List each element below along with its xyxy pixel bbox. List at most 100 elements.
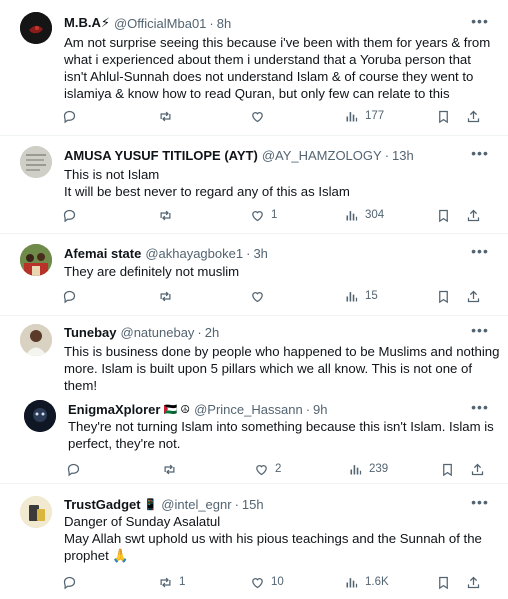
separator-dot: · [209, 15, 214, 31]
tweet-text-line: perfect, they're not. [68, 436, 181, 451]
user-handle[interactable]: @akhayagboke1 [145, 246, 243, 261]
tweet-header: Afemai state @akhayagboke1 · 3h [64, 244, 462, 262]
tweet-text: Am not surprise seeing this because i've… [64, 34, 490, 102]
more-dots-icon[interactable]: ••• [470, 146, 490, 164]
display-name[interactable]: Tunebay [64, 325, 117, 340]
user-handle[interactable]: @intel_egnr [161, 497, 231, 512]
like-button[interactable]: 1 [250, 206, 277, 224]
reply-tweet[interactable]: TrustGadget 📱 @intel_egnr · 15h ••• Dang… [0, 484, 508, 599]
tweet-text-line: islamiya & know how to read Quran, but o… [64, 86, 450, 101]
repost-arrows-icon [158, 109, 173, 124]
views-button[interactable]: 15 [344, 287, 378, 305]
reply-tweet[interactable]: EnigmaXplorer 🇵🇸 ☮ @Prince_Hassann · 9h … [0, 394, 508, 484]
share-button[interactable] [466, 287, 481, 305]
repost-button[interactable] [158, 206, 179, 224]
bookmark-button[interactable] [436, 287, 451, 305]
reply-button[interactable] [62, 206, 77, 224]
bookmark-icon [440, 462, 455, 477]
reply-tweet[interactable]: M.B.A⚡ @OfficialMba01 · 8h ••• Am not su… [0, 0, 508, 136]
repost-arrows-icon [162, 462, 177, 477]
avatar-image [24, 400, 56, 432]
reply-button[interactable] [66, 460, 81, 478]
more-dots-icon[interactable]: ••• [470, 323, 490, 341]
views-count: 177 [365, 110, 385, 122]
heart-icon [254, 462, 269, 477]
share-button[interactable] [466, 206, 481, 224]
user-handle[interactable]: @natunebay [121, 325, 195, 340]
display-name[interactable]: EnigmaXplorer [68, 402, 160, 417]
analytics-bars-icon [344, 289, 359, 304]
display-name[interactable]: M.B.A⚡ [64, 15, 110, 31]
like-button[interactable]: 2 [254, 460, 281, 478]
timestamp[interactable]: 15h [242, 497, 264, 512]
views-button[interactable]: 239 [348, 460, 388, 478]
views-count: 239 [369, 463, 389, 475]
repost-button[interactable] [158, 107, 179, 125]
repost-button[interactable]: 1 [158, 573, 185, 591]
share-button[interactable] [466, 107, 481, 125]
share-button[interactable] [466, 573, 481, 591]
more-dots-icon[interactable]: ••• [470, 495, 490, 513]
reply-bubble-icon [66, 462, 81, 477]
views-button[interactable]: 1.6K [344, 573, 389, 591]
reply-bubble-icon [62, 109, 77, 124]
reply-tweet[interactable]: Tunebay @natunebay · 2h ••• This is busi… [0, 316, 508, 394]
display-name[interactable]: TrustGadget [64, 497, 141, 512]
heart-icon [250, 575, 265, 590]
avatar-image [20, 496, 52, 528]
repost-button[interactable] [162, 460, 183, 478]
reply-bubble-icon [62, 575, 77, 590]
more-dots-icon[interactable]: ••• [470, 400, 490, 418]
bookmark-button[interactable] [440, 460, 455, 478]
user-handle[interactable]: @AY_HAMZOLOGY [262, 148, 382, 163]
tweet-text-line: This is not Islam [64, 167, 160, 182]
reply-tweet[interactable]: AMUSA YUSUF TITILOPE (AYT) @AY_HAMZOLOGY… [0, 136, 508, 234]
action-bar: 15 [60, 287, 492, 305]
like-button[interactable] [250, 107, 271, 125]
action-bar: 2 239 [64, 460, 492, 478]
like-count: 10 [271, 576, 284, 588]
display-name[interactable]: Afemai state [64, 246, 141, 261]
avatar[interactable] [20, 244, 52, 276]
tweet-text-line: them! [64, 378, 97, 393]
views-button[interactable]: 177 [344, 107, 384, 125]
timestamp[interactable]: 3h [253, 246, 267, 261]
tweet-text: They are definitely not muslim [64, 263, 486, 280]
bookmark-button[interactable] [436, 206, 451, 224]
repost-arrows-icon [158, 289, 173, 304]
analytics-bars-icon [344, 575, 359, 590]
bookmark-button[interactable] [436, 107, 451, 125]
reply-bubble-icon [62, 208, 77, 223]
reply-button[interactable] [62, 573, 77, 591]
more-dots-icon[interactable]: ••• [470, 244, 490, 262]
like-button[interactable] [250, 287, 271, 305]
avatar[interactable] [20, 12, 52, 44]
display-name[interactable]: AMUSA YUSUF TITILOPE (AYT) [64, 148, 258, 163]
bookmark-button[interactable] [436, 573, 451, 591]
repost-count: 1 [179, 576, 186, 588]
like-button[interactable]: 10 [250, 573, 284, 591]
avatar[interactable] [20, 496, 52, 528]
more-dots-icon[interactable]: ••• [470, 14, 490, 32]
tweet-text-line: isn't Ahlul-Sunnah does not understand I… [64, 69, 474, 84]
heart-icon [250, 208, 265, 223]
avatar[interactable] [24, 400, 56, 432]
views-button[interactable]: 304 [344, 206, 384, 224]
avatar[interactable] [20, 146, 52, 178]
repost-button[interactable] [158, 287, 179, 305]
timestamp[interactable]: 9h [313, 402, 327, 417]
reply-tweet[interactable]: Afemai state @akhayagboke1 · 3h ••• They… [0, 234, 508, 316]
timestamp[interactable]: 2h [205, 325, 219, 340]
user-handle[interactable]: @OfficialMba01 [114, 16, 206, 31]
avatar[interactable] [20, 324, 52, 356]
bookmark-icon [436, 208, 451, 223]
tweet-header: EnigmaXplorer 🇵🇸 ☮ @Prince_Hassann · 9h [68, 400, 462, 418]
views-count: 304 [365, 209, 385, 221]
reply-button[interactable] [62, 107, 77, 125]
share-button[interactable] [470, 460, 485, 478]
timestamp[interactable]: 8h [217, 16, 231, 31]
timestamp[interactable]: 13h [392, 148, 414, 163]
user-handle[interactable]: @Prince_Hassann [194, 402, 303, 417]
reply-button[interactable] [62, 287, 77, 305]
tweet-header: M.B.A⚡ @OfficialMba01 · 8h [64, 14, 462, 32]
